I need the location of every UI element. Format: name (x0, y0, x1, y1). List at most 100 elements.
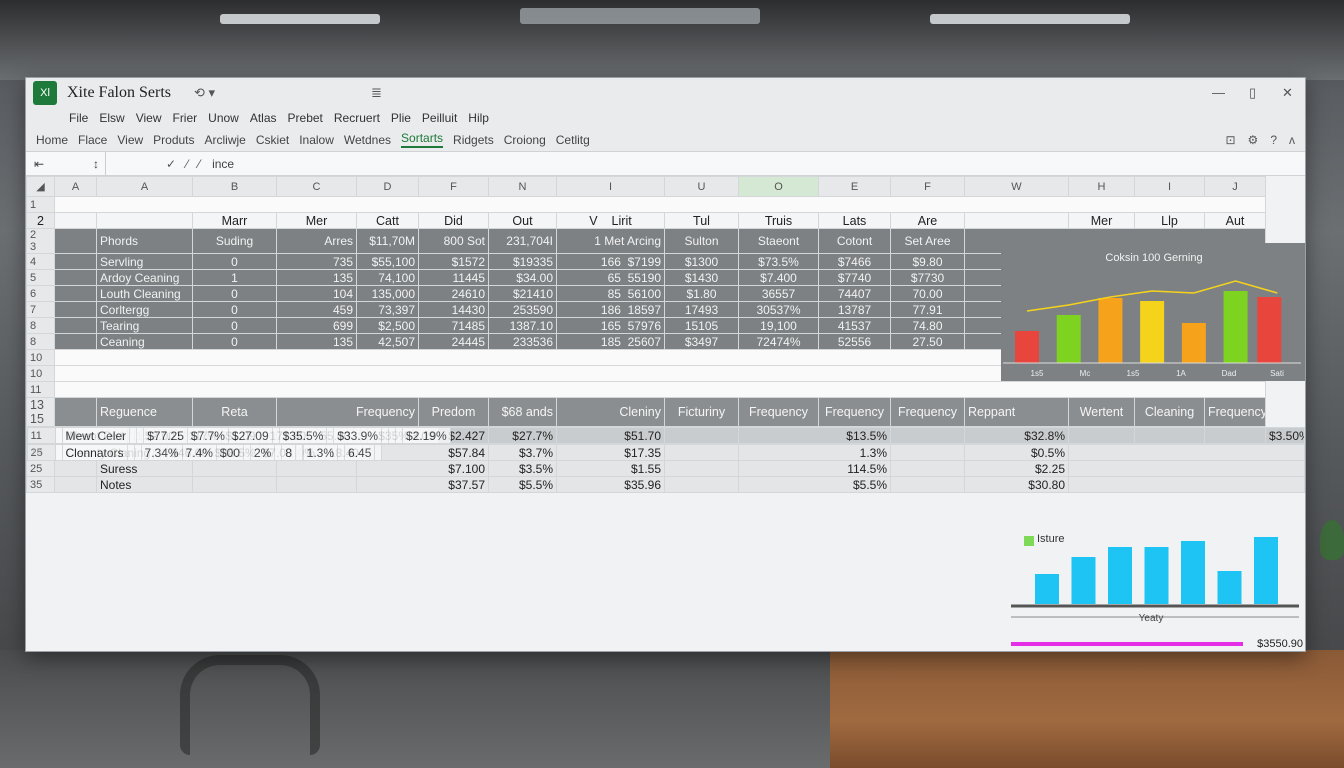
column-header[interactable]: J (1204, 176, 1266, 197)
tab[interactable]: Ridgets (453, 133, 494, 147)
tab-active[interactable]: Sortarts (401, 131, 444, 148)
cell[interactable]: $3.50% (1265, 427, 1305, 444)
cell[interactable]: $1.55 (556, 460, 665, 477)
cell[interactable]: 1 (192, 269, 277, 286)
cell[interactable]: $30.80 (964, 476, 1069, 493)
cell[interactable]: 14430 (418, 301, 489, 318)
chart-bar[interactable] (1217, 571, 1242, 604)
menu-item[interactable]: Elsw (99, 111, 124, 125)
cell[interactable]: $00 (215, 444, 244, 461)
cell[interactable]: $7740 (818, 269, 891, 286)
cell[interactable]: $7199 (628, 255, 661, 269)
tab[interactable]: Flace (78, 133, 107, 147)
chart-bar[interactable] (1181, 541, 1205, 604)
cell[interactable]: 2% (249, 444, 276, 461)
cell[interactable]: $7.7% (186, 427, 229, 444)
cell[interactable]: 0 (192, 333, 277, 350)
cell[interactable]: $27.7% (488, 427, 557, 444)
menu-item[interactable]: Atlas (250, 111, 277, 125)
maximize-icon[interactable]: ▯ (1249, 85, 1256, 101)
cell[interactable]: $1300 (664, 253, 739, 270)
tab[interactable]: Produts (153, 133, 194, 147)
cell[interactable]: 231,704I (488, 228, 557, 254)
cell[interactable]: $51.70 (556, 427, 665, 444)
column-header[interactable]: A (96, 176, 193, 197)
cell[interactable]: Clonnators (61, 444, 128, 461)
tab[interactable]: Inalow (299, 133, 334, 147)
menu-item[interactable]: Frier (172, 111, 197, 125)
menu-item[interactable]: Peilluit (422, 111, 457, 125)
cell[interactable]: $27.09 (227, 427, 273, 444)
cell[interactable]: 166 (601, 255, 621, 269)
cell[interactable]: $13.5% (738, 427, 891, 444)
cell[interactable]: 185 (601, 335, 621, 349)
cell[interactable]: 36557 (738, 285, 819, 302)
chart-bar[interactable] (1035, 574, 1059, 604)
cell[interactable]: $3497 (664, 333, 739, 350)
chart-bar[interactable] (1257, 297, 1282, 363)
cell[interactable]: 56100 (628, 287, 661, 301)
menu-item[interactable]: Prebet (288, 111, 323, 125)
cell[interactable]: 74.80 (890, 317, 965, 334)
menu-item[interactable]: Plie (391, 111, 411, 125)
cell[interactable]: 11 (26, 427, 56, 444)
menu-item[interactable]: Unow (208, 111, 239, 125)
cell[interactable]: 74407 (818, 285, 891, 302)
cell[interactable]: $77.25 (143, 427, 188, 444)
blue-bar-chart[interactable]: Yeaty $3550.90 (1001, 526, 1306, 652)
function-icon[interactable]: ⁄ (198, 157, 200, 171)
cell[interactable]: Cotont (818, 228, 891, 254)
cell[interactable]: Phords (96, 228, 193, 254)
cell[interactable]: Arcing (627, 234, 661, 248)
chart-bar[interactable] (1015, 331, 1039, 363)
cell[interactable]: $1.80 (664, 285, 739, 302)
cell[interactable]: $21410 (488, 285, 557, 302)
menu-item[interactable]: Recruert (334, 111, 380, 125)
cell[interactable]: Staeont (738, 228, 819, 254)
cell[interactable]: 72474% (738, 333, 819, 350)
column-header[interactable]: I (1134, 176, 1205, 197)
cell[interactable]: 135 (276, 333, 357, 350)
chart-bar[interactable] (1140, 301, 1165, 363)
column-header[interactable]: C (276, 176, 357, 197)
quick-access-icon[interactable]: ⟲ ▾ (194, 85, 215, 101)
chart-bar[interactable] (1056, 315, 1081, 363)
cell[interactable]: 25607 (628, 335, 661, 349)
cell[interactable]: 0 (192, 285, 277, 302)
cell[interactable]: 1387.10 (488, 317, 557, 334)
cell[interactable]: Suress (96, 460, 193, 477)
name-box[interactable]: ⇤ ↕ (26, 152, 106, 175)
column-header[interactable]: N (488, 176, 557, 197)
chart-bar[interactable] (1071, 557, 1096, 604)
cell[interactable]: Servling (96, 253, 193, 270)
cell[interactable]: 1.3% (302, 444, 339, 461)
cell[interactable]: Sulton (664, 228, 739, 254)
cell[interactable]: 135 (276, 269, 357, 286)
cell[interactable]: $19335 (488, 253, 557, 270)
cell[interactable]: 6.45 (344, 444, 376, 461)
cell[interactable]: 186 (601, 303, 621, 317)
cell[interactable]: 24610 (418, 285, 489, 302)
formula-input[interactable]: ince (212, 157, 234, 171)
column-header[interactable]: D (356, 176, 419, 197)
tab[interactable]: Cskiet (256, 133, 289, 147)
menu-item[interactable]: View (136, 111, 162, 125)
cell[interactable]: 735 (276, 253, 357, 270)
column-header[interactable]: H (1068, 176, 1135, 197)
cell[interactable]: $73.5% (738, 253, 819, 270)
cell[interactable]: Suding (192, 228, 277, 254)
cell[interactable]: 19,100 (738, 317, 819, 334)
cell[interactable]: $1430 (664, 269, 739, 286)
cancel-icon[interactable]: ⁄ (186, 157, 188, 171)
cell[interactable]: $7.100 (356, 460, 489, 477)
cell[interactable]: 71485 (418, 317, 489, 334)
select-all[interactable]: ◢ (26, 176, 55, 197)
cell[interactable]: 104 (276, 285, 357, 302)
cell[interactable]: 165 (601, 319, 621, 333)
cell[interactable]: 114.5% (738, 460, 891, 477)
cell[interactable]: Ardoy Ceaning (96, 269, 193, 286)
column-header[interactable]: I (556, 176, 665, 197)
bar-line-chart[interactable]: Coksin 100 Gerning 1s5 Mc 1s5 1A Dad Sati (1001, 243, 1306, 381)
cell[interactable]: 65 (608, 271, 621, 285)
cell[interactable]: 55190 (628, 271, 661, 285)
